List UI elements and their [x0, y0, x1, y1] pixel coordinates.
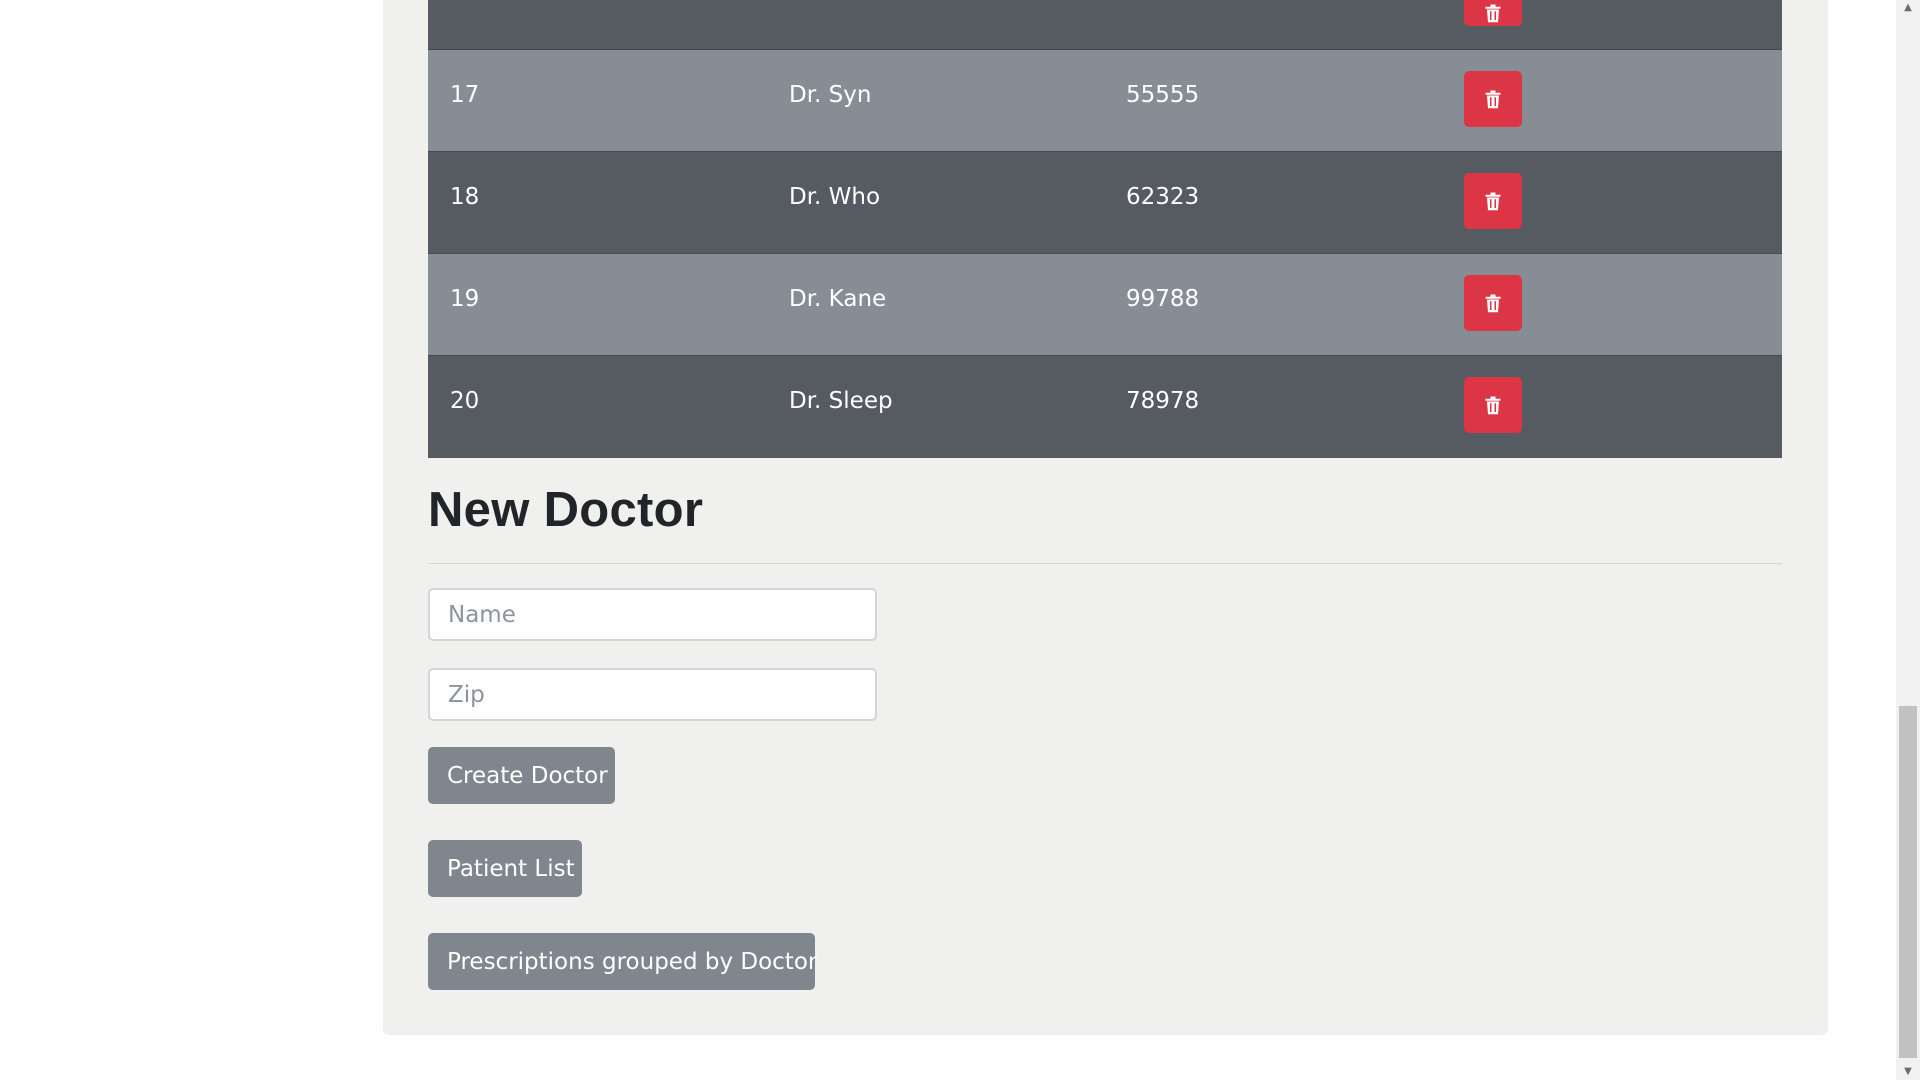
trash-icon [1485, 90, 1501, 109]
trash-icon [1485, 4, 1501, 23]
doctor-zip-cell: 99788 [1126, 286, 1200, 312]
delete-doctor-button[interactable] [1464, 0, 1522, 26]
delete-doctor-button[interactable] [1464, 275, 1522, 331]
table-row [428, 0, 1782, 50]
delete-doctor-button[interactable] [1464, 71, 1522, 127]
divider [428, 563, 1782, 564]
table-row: 20 Dr. Sleep 78978 [428, 356, 1782, 458]
page: 17 Dr. Syn 55555 18 Dr. Who 62323 19 Dr.… [0, 0, 1920, 1080]
scroll-down-arrow-icon[interactable]: ▼ [1896, 1064, 1920, 1080]
doctor-id-cell: 19 [450, 286, 480, 312]
prescriptions-by-doctor-button[interactable]: Prescriptions grouped by Doctor [428, 933, 817, 990]
doctor-id-cell: 18 [450, 184, 480, 210]
scroll-thumb[interactable] [1899, 706, 1917, 1058]
doctors-table: 17 Dr. Syn 55555 18 Dr. Who 62323 19 Dr.… [428, 0, 1782, 458]
doctor-zip-cell: 78978 [1126, 388, 1200, 414]
table-row: 18 Dr. Who 62323 [428, 152, 1782, 254]
patient-list-button[interactable]: Patient List [428, 840, 582, 897]
trash-icon [1485, 192, 1501, 211]
doctor-id-cell: 20 [450, 388, 480, 414]
table-row: 17 Dr. Syn 55555 [428, 50, 1782, 152]
create-doctor-button[interactable]: Create Doctor [428, 747, 615, 804]
doctor-name-cell: Dr. Kane [789, 286, 887, 312]
doctor-zip-cell: 55555 [1126, 82, 1200, 108]
doctor-name-cell: Dr. Syn [789, 82, 872, 108]
new-doctor-heading: New Doctor [428, 483, 704, 537]
doctor-id-cell: 17 [450, 82, 480, 108]
trash-icon [1485, 294, 1501, 313]
doctor-name-cell: Dr. Who [789, 184, 881, 210]
doctor-name-cell: Dr. Sleep [789, 388, 893, 414]
trash-icon [1485, 396, 1501, 415]
delete-doctor-button[interactable] [1464, 377, 1522, 433]
doctor-zip-cell: 62323 [1126, 184, 1200, 210]
table-row: 19 Dr. Kane 99788 [428, 254, 1782, 356]
vertical-scrollbar[interactable]: ▲ ▼ [1896, 0, 1920, 1080]
content-card: 17 Dr. Syn 55555 18 Dr. Who 62323 19 Dr.… [383, 0, 1828, 1035]
name-input[interactable] [428, 588, 877, 641]
scroll-up-arrow-icon[interactable]: ▲ [1896, 0, 1920, 16]
delete-doctor-button[interactable] [1464, 173, 1522, 229]
zip-input[interactable] [428, 668, 877, 721]
